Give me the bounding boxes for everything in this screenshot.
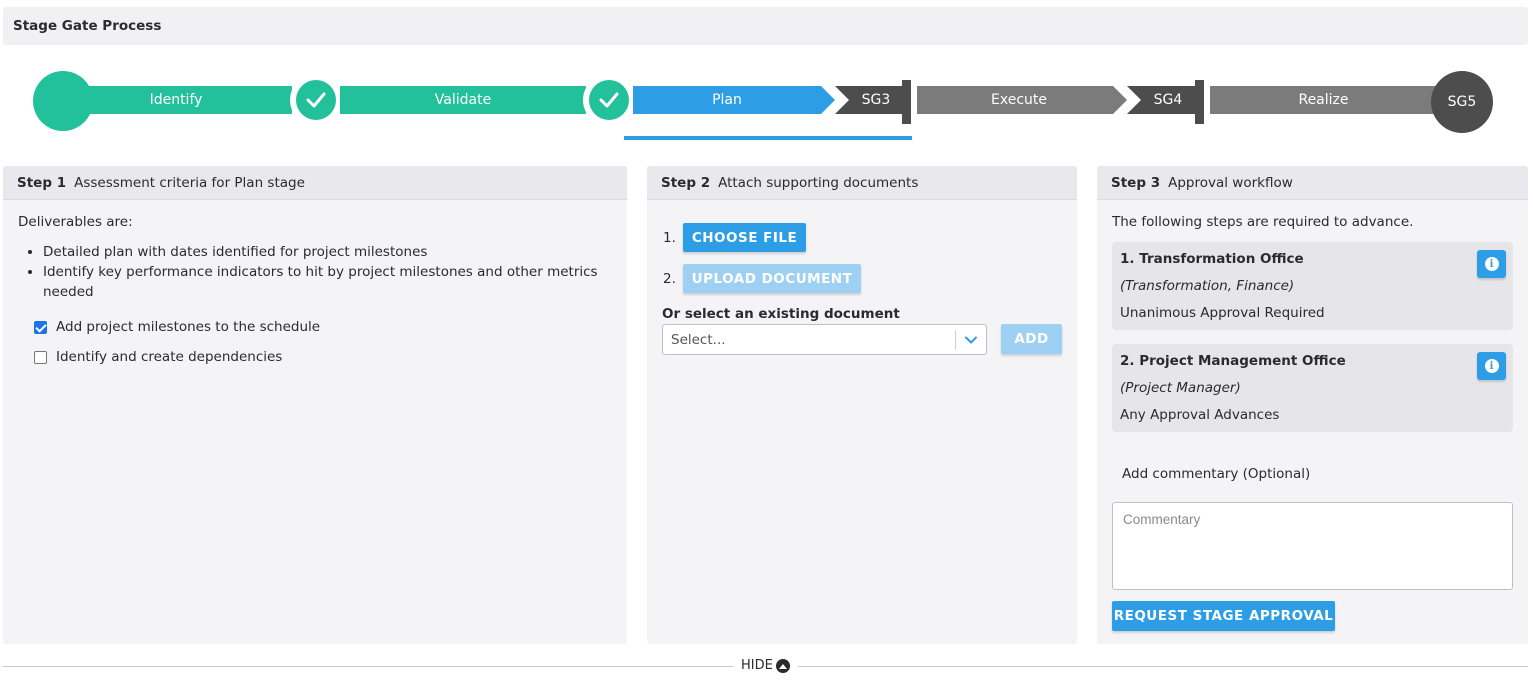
stage-execute[interactable]: Execute (917, 86, 1121, 114)
workflow-step-rule: Any Approval Advances (1120, 407, 1280, 423)
step1-panel: Step 1 Assessment criteria for Plan stag… (3, 166, 627, 644)
chevron-down-icon[interactable] (965, 334, 977, 346)
workflow-step-subtitle: (Transformation, Finance) (1120, 278, 1295, 294)
info-button[interactable]: i (1477, 352, 1506, 380)
gate-divider (902, 80, 911, 124)
workflow-step-title: 2. Project Management Office (1120, 353, 1346, 369)
gate-sg5: SG5 (1431, 71, 1493, 133)
step1-title: Assessment criteria for Plan stage (74, 174, 305, 191)
select-placeholder: Select... (671, 332, 726, 348)
gate-sg1 (290, 74, 342, 126)
add-document-button[interactable]: ADD (1001, 324, 1062, 354)
step2-number: Step 2 (661, 174, 711, 191)
check-icon (296, 80, 336, 120)
footer-divider-left (3, 666, 733, 667)
gate-sg4-label: SG4 (1153, 92, 1183, 108)
step3-number: Step 3 (1111, 174, 1161, 191)
stage-identify-label: Identify (149, 92, 203, 108)
workflow-step-subtitle: (Project Manager) (1120, 380, 1241, 396)
info-icon: i (1484, 359, 1499, 373)
hide-label: HIDE (741, 658, 773, 673)
milestones-checkbox[interactable] (34, 321, 47, 334)
existing-document-select[interactable]: Select... (662, 324, 987, 355)
deliverables-list: Detailed plan with dates identified for … (43, 242, 603, 302)
step1-number: Step 1 (17, 174, 67, 191)
workflow-step-rule: Unanimous Approval Required (1120, 305, 1325, 321)
step3-header: Step 3 Approval workflow (1097, 166, 1528, 200)
workflow-step-title: 1. Transformation Office (1120, 251, 1304, 267)
active-stage-indicator (624, 136, 912, 140)
select-divider (955, 330, 956, 350)
step1-header: Step 1 Assessment criteria for Plan stag… (3, 166, 627, 200)
page-title: Stage Gate Process (13, 18, 162, 34)
info-icon: i (1484, 257, 1499, 271)
stage-execute-label: Execute (991, 92, 1047, 108)
gate-sg4: SG4 (1139, 86, 1197, 114)
existing-document-label: Or select an existing document (662, 306, 900, 322)
gate-sg3-label: SG3 (861, 92, 891, 108)
info-button[interactable]: i (1477, 250, 1506, 278)
commentary-placeholder: Commentary (1123, 512, 1201, 527)
list-item: Identify key performance indicators to h… (43, 262, 603, 302)
hide-toggle[interactable]: HIDE (741, 658, 790, 673)
deliverables-intro: Deliverables are: (18, 214, 133, 230)
upload-document-button[interactable]: UPLOAD DOCUMENT (683, 264, 861, 293)
dependencies-checkbox-label[interactable]: Identify and create dependencies (56, 349, 282, 365)
step2-header: Step 2 Attach supporting documents (647, 166, 1077, 200)
footer-divider-right (798, 666, 1528, 667)
step2-panel: Step 2 Attach supporting documents 1. CH… (647, 166, 1077, 644)
choose-file-button[interactable]: CHOOSE FILE (683, 223, 806, 252)
milestones-checkbox-label[interactable]: Add project milestones to the schedule (56, 319, 320, 335)
stage-realize-label: Realize (1298, 92, 1349, 108)
header-bar: Stage Gate Process (3, 7, 1528, 45)
gate-sg3: SG3 (847, 86, 905, 114)
workflow-step-card: 2. Project Management Office (Project Ma… (1112, 344, 1513, 432)
chevron-up-icon (775, 658, 790, 673)
stage-identify[interactable]: Identify (80, 86, 292, 114)
gate-divider (1195, 80, 1204, 124)
request-stage-approval-button[interactable]: REQUEST STAGE APPROVAL (1112, 601, 1335, 631)
step3-panel: Step 3 Approval workflow The following s… (1097, 166, 1528, 644)
step-number-2: 2. (663, 271, 676, 287)
stage-plan-label: Plan (712, 92, 742, 108)
commentary-label: Add commentary (Optional) (1122, 466, 1311, 482)
gate-sg2 (583, 74, 635, 126)
stage-gate-track: Identify Validate Plan SG3 Execute SG4 R… (0, 60, 1533, 142)
workflow-intro: The following steps are required to adva… (1112, 214, 1414, 230)
list-item: Detailed plan with dates identified for … (43, 242, 603, 262)
dependencies-checkbox[interactable] (34, 351, 47, 364)
commentary-textarea[interactable]: Commentary (1112, 502, 1513, 590)
stage-validate-label: Validate (434, 92, 492, 108)
step2-title: Attach supporting documents (718, 174, 919, 191)
step-number-1: 1. (663, 230, 676, 246)
stage-realize[interactable]: Realize (1210, 86, 1445, 114)
workflow-step-card: 1. Transformation Office (Transformation… (1112, 242, 1513, 330)
check-icon (589, 80, 629, 120)
stage-validate[interactable]: Validate (340, 86, 586, 114)
gate-sg5-label: SG5 (1447, 94, 1477, 110)
stage-plan[interactable]: Plan (633, 86, 821, 114)
step3-title: Approval workflow (1168, 174, 1293, 191)
